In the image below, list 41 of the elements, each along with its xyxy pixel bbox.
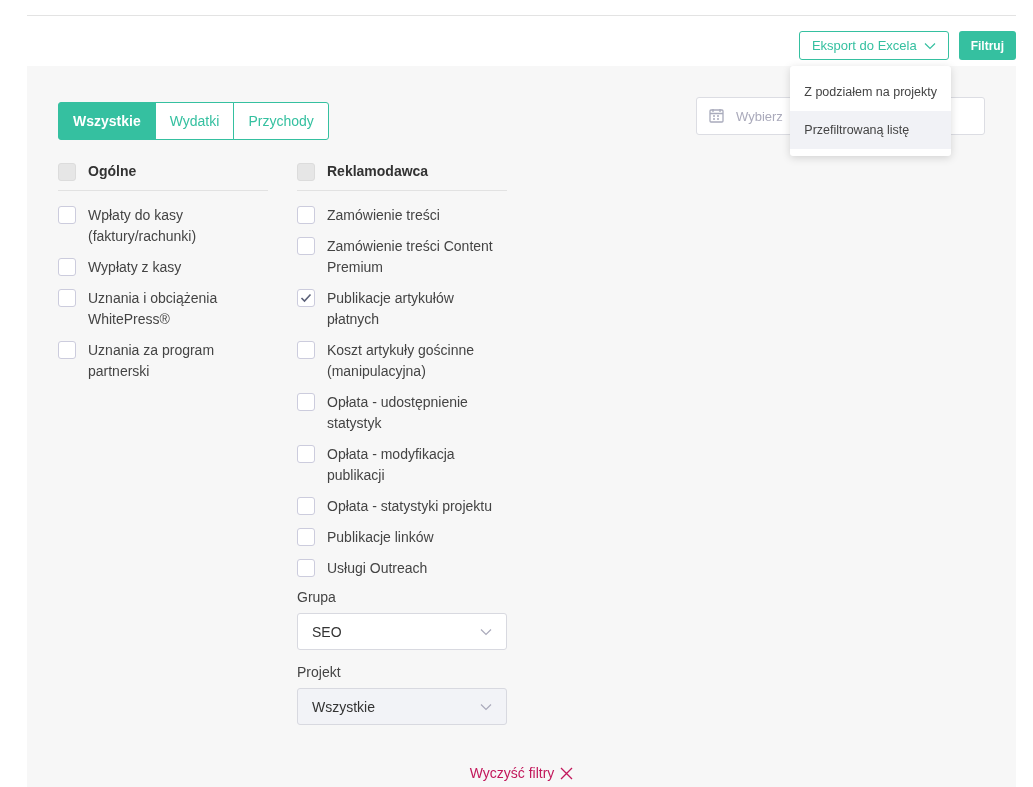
checkbox[interactable] bbox=[58, 289, 76, 307]
checkbox-label: Usługi Outreach bbox=[327, 559, 428, 578]
checkbox-label: Opłata - statystyki projektu bbox=[327, 497, 492, 516]
select-field[interactable]: SEO bbox=[297, 613, 507, 650]
checkbox-label: Publikacje artykułów płatnych bbox=[327, 289, 455, 329]
checkbox-label: Wypłaty z kasy bbox=[88, 258, 182, 277]
chevron-down-icon bbox=[923, 41, 936, 50]
checkbox[interactable] bbox=[297, 559, 315, 577]
checkbox[interactable] bbox=[297, 289, 315, 307]
close-icon[interactable] bbox=[560, 766, 574, 780]
checkbox[interactable] bbox=[297, 341, 315, 359]
menu-item[interactable]: Przefiltrowaną listę bbox=[790, 111, 951, 149]
chevron-down-icon bbox=[480, 702, 492, 711]
clear-filters-link[interactable]: Wyczyść filtry bbox=[469, 765, 555, 781]
checkbox-label: Uznania i obciążenia WhitePress® bbox=[88, 289, 219, 329]
checkbox-label: Uznania za program partnerski bbox=[88, 341, 216, 381]
checkbox[interactable] bbox=[297, 497, 315, 515]
field-label: Grupa bbox=[297, 589, 337, 605]
checkbox[interactable] bbox=[297, 393, 315, 411]
checkbox[interactable] bbox=[58, 341, 76, 359]
checkbox[interactable] bbox=[297, 528, 315, 546]
checkbox[interactable] bbox=[297, 445, 315, 463]
checkbox[interactable] bbox=[297, 162, 315, 181]
checkbox[interactable] bbox=[58, 162, 76, 181]
checkbox[interactable] bbox=[297, 206, 315, 224]
checkbox-label: Zamówienie treści Content Premium bbox=[327, 237, 494, 277]
menu-item[interactable]: Z podziałem na projekty bbox=[790, 73, 951, 111]
checkbox-label: Koszt artykuły gościnne (manipulacyjna) bbox=[327, 341, 476, 381]
checkbox[interactable] bbox=[297, 237, 315, 255]
group-heading: Ogólne bbox=[88, 163, 137, 179]
checkbox-label: Publikacje linków bbox=[327, 528, 434, 547]
field-label: Projekt bbox=[297, 664, 342, 680]
checkbox[interactable] bbox=[58, 258, 76, 276]
check-icon bbox=[300, 293, 312, 303]
checkbox-label: Zamówienie treści bbox=[327, 206, 440, 225]
chevron-down-icon bbox=[480, 627, 492, 636]
checkbox[interactable] bbox=[58, 206, 76, 224]
checkbox-label: Opłata - modyfikacja publikacji bbox=[327, 445, 456, 485]
group-heading: Reklamodawca bbox=[327, 163, 429, 179]
checkbox-label: Opłata - udostępnienie statystyk bbox=[327, 393, 469, 433]
checkbox-label: Wpłaty do kasy (faktury/rachunki) bbox=[88, 206, 198, 246]
